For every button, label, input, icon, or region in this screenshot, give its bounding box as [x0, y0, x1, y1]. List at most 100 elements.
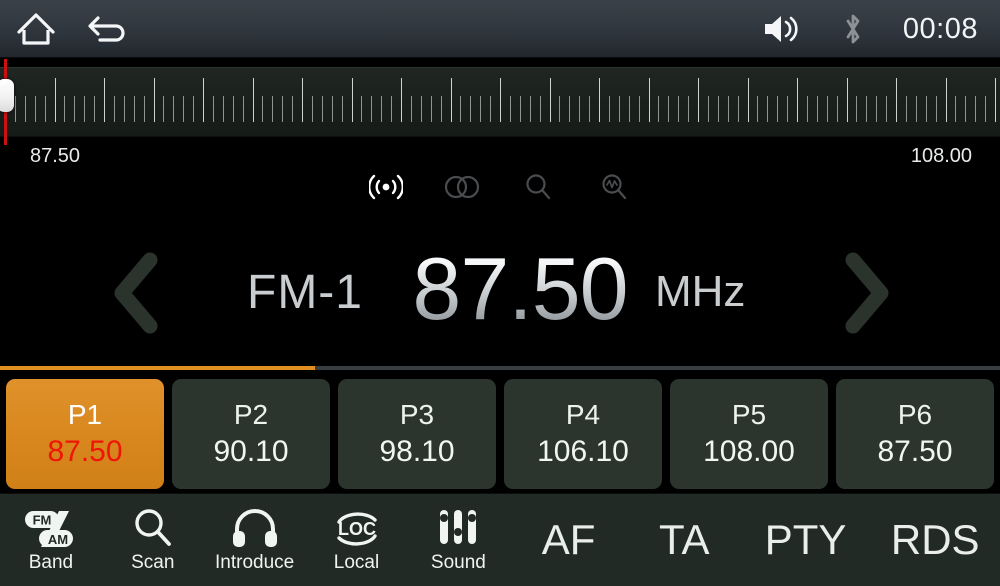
scale-tick [826, 96, 828, 122]
clock: 00:08 [902, 12, 978, 45]
scale-tick [995, 78, 996, 122]
scale-tick [430, 96, 432, 122]
scale-tick [440, 96, 442, 122]
scale-tick [302, 78, 303, 122]
scale-max-label: 108.00 [910, 145, 972, 167]
scale-tick [628, 96, 630, 122]
scale-tick [945, 78, 947, 122]
scale-tick [232, 96, 234, 122]
preset-button-p5[interactable]: P5 108.00 [670, 379, 828, 489]
band-button[interactable]: FM AM Band [0, 494, 102, 586]
scale-tick [450, 78, 452, 122]
indicator-row [0, 166, 1000, 208]
scale-tick [678, 96, 680, 122]
bluetooth-icon [846, 14, 860, 44]
preset-button-p3[interactable]: P3 98.10 [338, 379, 496, 489]
ta-button[interactable]: TA [628, 494, 741, 586]
scale-tick [212, 96, 214, 122]
scale-tick [74, 96, 76, 122]
svg-text:AM: AM [48, 532, 68, 547]
scale-tick [509, 96, 511, 122]
preset-button-p6[interactable]: P6 87.50 [836, 379, 994, 489]
scan-button[interactable]: Scan [102, 494, 204, 586]
rds-button[interactable]: RDS [870, 494, 1000, 586]
sound-button[interactable]: Sound [407, 494, 509, 586]
scale-tick [252, 78, 254, 122]
current-frequency: 87.50 [400, 243, 640, 335]
scan-label-text: Scan [131, 552, 175, 573]
local-label-text: Local [333, 552, 380, 573]
scale-tick [965, 96, 967, 122]
tuner-scale[interactable] [0, 67, 1000, 137]
home-button[interactable] [0, 0, 72, 58]
introduce-button[interactable]: Introduce [204, 494, 306, 586]
scale-tick [896, 78, 897, 122]
scale-tick [737, 96, 739, 122]
tuner-scale-area[interactable] [0, 59, 1000, 145]
scale-tick [519, 96, 521, 122]
preset-number: P4 [565, 399, 601, 430]
scale-tick [698, 78, 699, 122]
scale-tick [361, 96, 363, 122]
back-arrow-icon [88, 16, 125, 42]
preset-frequency: 108.00 [703, 435, 795, 468]
pty-button[interactable]: PTY [741, 494, 871, 586]
preset-frequency: 106.10 [537, 435, 629, 468]
scale-tick [925, 96, 927, 122]
preset-number: P3 [399, 399, 435, 430]
scan-icon [131, 506, 175, 550]
scale-tick [529, 96, 531, 122]
scale-tick [816, 96, 818, 122]
scale-tick [806, 96, 808, 122]
af-button[interactable]: AF [509, 494, 628, 586]
band-label-text: Band [28, 552, 74, 573]
scale-tick [371, 96, 373, 122]
scale-tick [331, 96, 333, 122]
scale-tick [54, 78, 56, 122]
preset-number: P2 [233, 399, 269, 430]
scale-tick [410, 96, 412, 122]
scale-min-label: 87.50 [30, 145, 81, 167]
scale-tick [153, 78, 155, 122]
preset-button-p2[interactable]: P2 90.10 [172, 379, 330, 489]
scale-tick [668, 96, 670, 122]
scale-tick [856, 96, 858, 122]
scale-tick [242, 96, 244, 122]
scale-tick [470, 96, 472, 122]
prev-station-button[interactable] [103, 248, 173, 338]
preset-button-p4[interactable]: P4 106.10 [504, 379, 662, 489]
scale-tick [876, 96, 878, 122]
local-button[interactable]: LOC Local [306, 494, 408, 586]
introduce-icon [230, 506, 280, 550]
scale-tick [490, 96, 492, 122]
home-icon [17, 13, 55, 45]
bluetooth-button[interactable] [817, 0, 889, 58]
volume-button[interactable] [745, 0, 817, 58]
scale-tick [183, 96, 185, 122]
preset-number: P1 [67, 399, 103, 430]
preset-button-p1[interactable]: P1 87.50 [6, 379, 164, 489]
scale-tick [599, 78, 600, 122]
scale-tick [836, 96, 838, 122]
status-bar: 00:08 [0, 0, 1000, 58]
scale-tick [34, 96, 36, 122]
next-station-button[interactable] [830, 248, 900, 338]
search-icon [518, 167, 558, 207]
scale-tick [717, 96, 719, 122]
scale-tick [381, 96, 383, 122]
preset-frequency: 87.50 [877, 435, 953, 468]
back-button[interactable] [72, 0, 144, 58]
scale-tick [94, 96, 96, 122]
scale-tick [658, 96, 660, 122]
scale-tick [707, 96, 709, 122]
scale-tick [133, 96, 135, 122]
svg-text:LOC: LOC [338, 519, 376, 539]
scale-tick [559, 96, 561, 122]
radio-app: 00:08 87.50 108.00 FM-1 87.50 MHz P1 87.… [0, 0, 1000, 586]
scale-tick [569, 96, 571, 122]
scale-tick [420, 96, 422, 122]
tuner-needle-handle[interactable] [0, 79, 14, 112]
scale-tick [203, 78, 204, 122]
scale-tick [985, 96, 987, 122]
scale-tick [618, 96, 620, 122]
